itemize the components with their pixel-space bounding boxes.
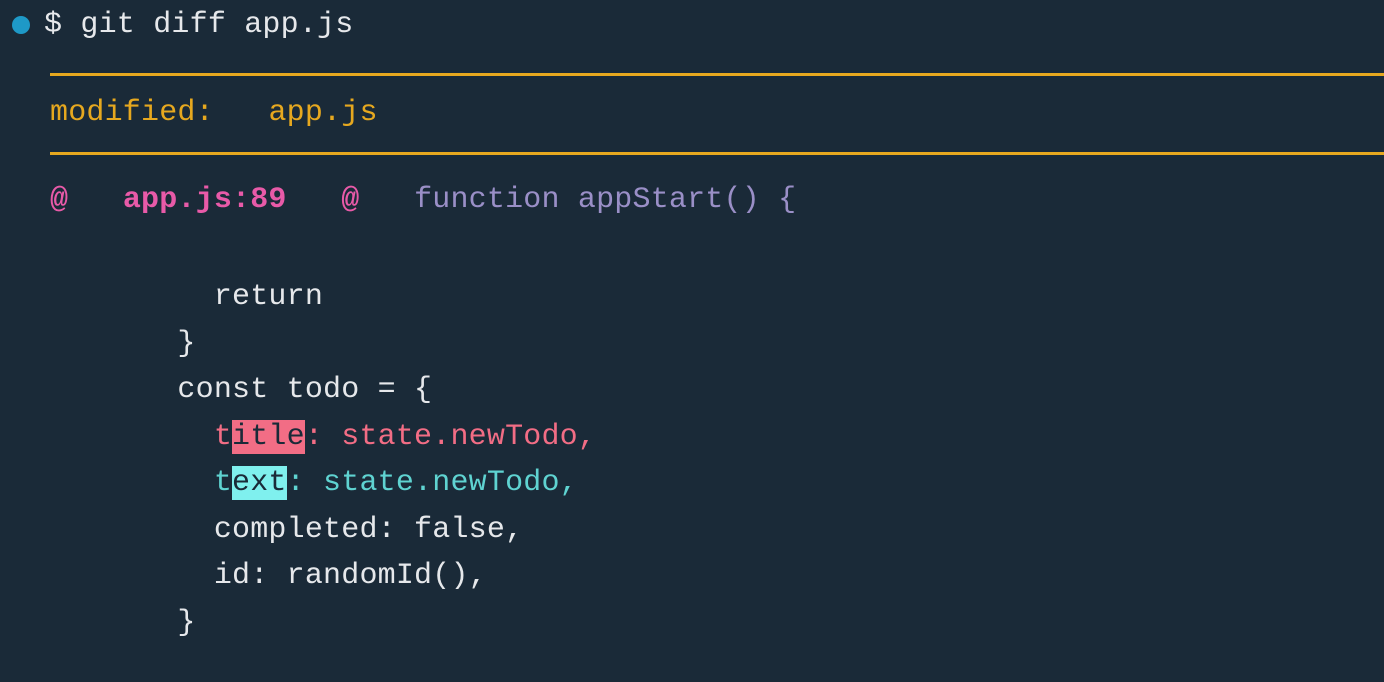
context-line: } — [50, 327, 196, 361]
removed-line: title: state.newTodo, — [50, 420, 596, 454]
prompt-symbol: $ — [44, 2, 62, 49]
hunk-context: function appStart() { — [414, 183, 796, 217]
divider-bottom — [50, 152, 1384, 155]
status-label: modified: — [50, 96, 214, 130]
context-line: id: randomId(), — [50, 559, 487, 593]
hunk-header: @ app.js:89 @ function appStart() { — [0, 177, 1384, 224]
hunk-at-open: @ — [50, 183, 68, 217]
removed-highlight: itle — [232, 420, 305, 454]
diff-body: return } const todo = { title: state.new… — [0, 228, 1384, 647]
bullet-icon — [12, 16, 30, 34]
context-line: const todo = { — [50, 373, 432, 407]
context-line: completed: false, — [50, 513, 523, 547]
divider-top — [50, 73, 1384, 76]
prompt-row: $ git diff app.js — [0, 2, 1384, 49]
hunk-at-close: @ — [341, 183, 359, 217]
hunk-location: app.js:89 — [123, 183, 287, 217]
file-status: modified: app.js — [0, 90, 1384, 137]
command-text: git diff app.js — [80, 2, 353, 49]
context-line: return — [50, 280, 323, 314]
added-line: text: state.newTodo, — [50, 466, 578, 500]
context-line: } — [50, 606, 196, 640]
status-file: app.js — [268, 96, 377, 130]
added-highlight: ext — [232, 466, 287, 500]
